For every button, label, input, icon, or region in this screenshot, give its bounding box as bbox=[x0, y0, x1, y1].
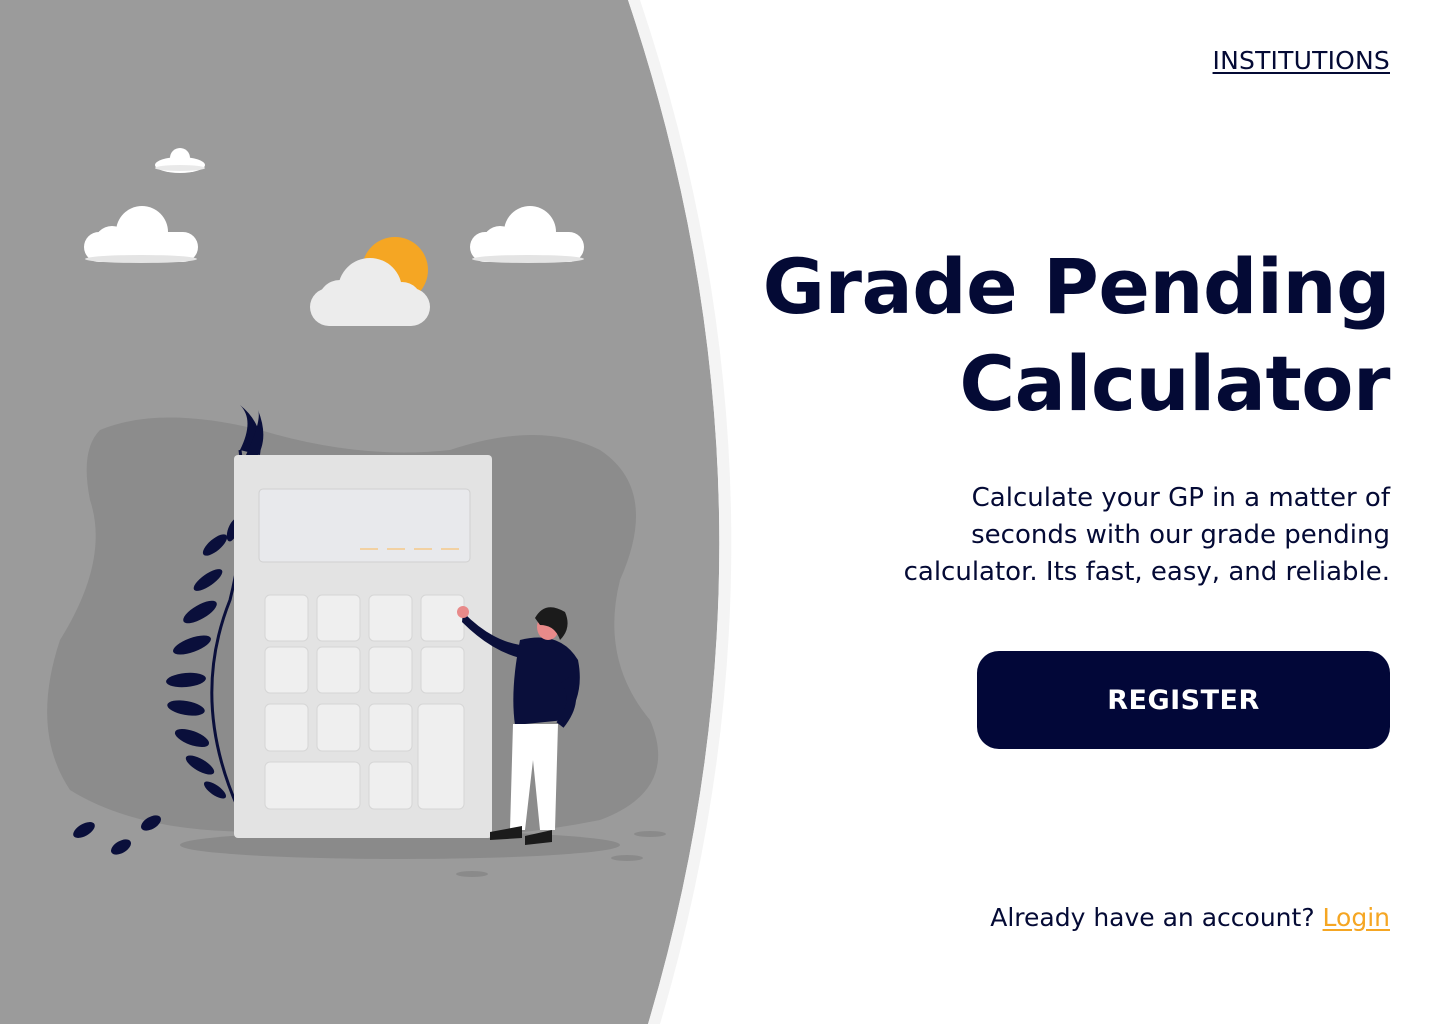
register-button[interactable]: REGISTER bbox=[977, 651, 1390, 749]
title-line-2: Calculator bbox=[959, 339, 1390, 428]
description-line-2: seconds with our grade pending bbox=[971, 520, 1390, 550]
login-prompt-text: Already have an account? bbox=[990, 903, 1323, 932]
login-prompt-row: Already have an account? Login bbox=[990, 903, 1390, 932]
institutions-link[interactable]: INSTITUTIONS bbox=[1213, 46, 1390, 75]
description-line-1: Calculate your GP in a matter of bbox=[971, 483, 1390, 513]
description-line-3: calculator. Its fast, easy, and reliable… bbox=[903, 557, 1390, 587]
login-link[interactable]: Login bbox=[1323, 903, 1390, 932]
title-line-1: Grade Pending bbox=[762, 242, 1391, 331]
hero-description: Calculate your GP in a matter of seconds… bbox=[770, 480, 1390, 591]
landing-page: INSTITUTIONS Grade Pending Calculator Ca… bbox=[0, 0, 1440, 1024]
hero-illustration bbox=[0, 0, 732, 1024]
calculator-icon bbox=[234, 455, 492, 838]
page-title: Grade Pending Calculator bbox=[690, 238, 1391, 432]
